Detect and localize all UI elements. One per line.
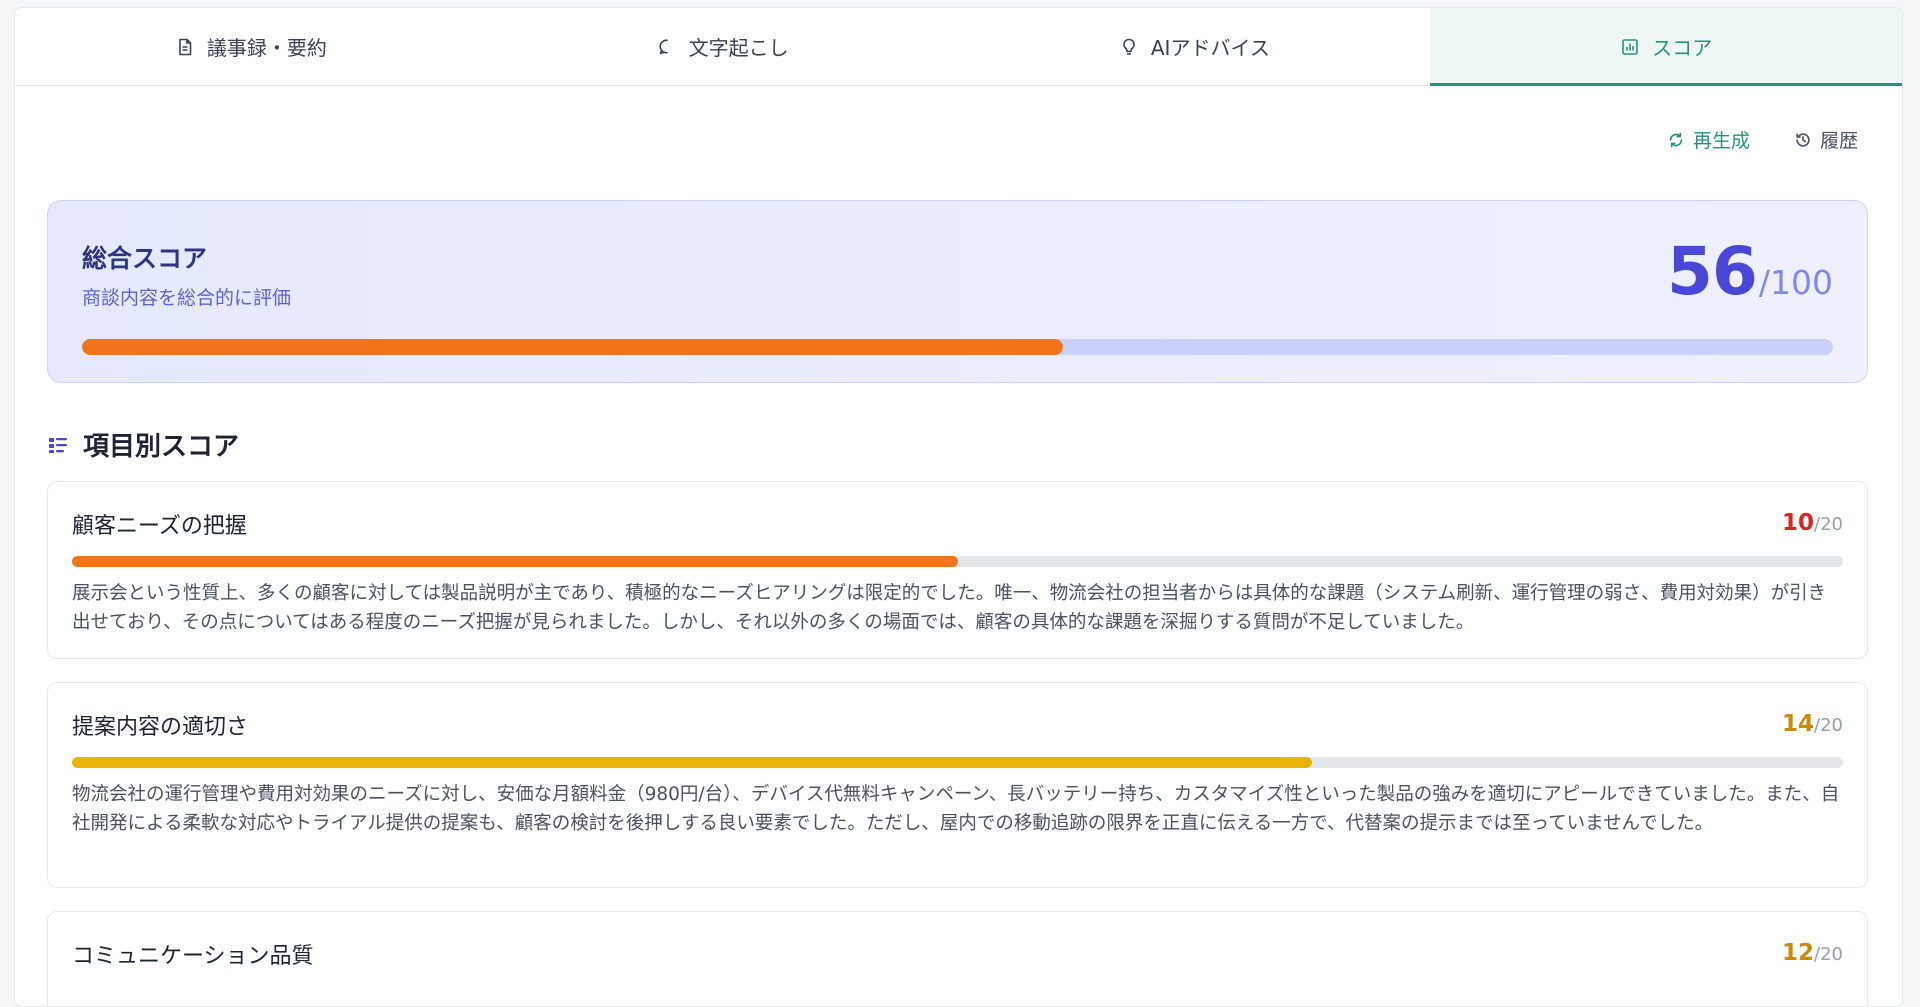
tab-minutes[interactable]: 議事録・要約 bbox=[15, 8, 487, 85]
action-row: 再生成 履歴 bbox=[1667, 126, 1858, 153]
item-score-max: /20 bbox=[1814, 944, 1843, 965]
item-score-value: 10 bbox=[1782, 510, 1815, 536]
item-score-value: 14 bbox=[1782, 711, 1815, 737]
item-score: 14 /20 bbox=[1782, 711, 1843, 737]
tab-label: 議事録・要約 bbox=[206, 36, 327, 60]
lightbulb-icon bbox=[1123, 38, 1135, 55]
list-icon bbox=[49, 437, 67, 453]
overall-progress-fill bbox=[82, 339, 1063, 355]
item-progress-bar bbox=[72, 556, 1843, 567]
tab-ai-advice[interactable]: AIアドバイス bbox=[959, 8, 1431, 85]
tab-label: 文字起こし bbox=[688, 36, 789, 60]
history-icon bbox=[1796, 132, 1810, 147]
item-score: 10 /20 bbox=[1782, 510, 1843, 536]
overall-score-title: 総合スコア bbox=[82, 244, 208, 273]
item-description: 展示会という性質上、多くの顧客に対しては製品説明が主であり、積極的なニーズヒアリ… bbox=[72, 583, 1827, 633]
item-score-max: /20 bbox=[1814, 715, 1843, 736]
score-item-card: 提案内容の適切さ 14 /20 物流会社の運行管理や費用対効果のニーズに対し、安… bbox=[47, 682, 1868, 888]
item-progress-fill bbox=[72, 556, 958, 567]
section-header: 項目別スコア bbox=[47, 426, 239, 463]
score-item-card: 顧客ニーズの把握 10 /20 展示会という性質上、多くの顧客に対しては製品説明… bbox=[47, 481, 1868, 659]
item-name: 提案内容の適切さ bbox=[72, 715, 249, 740]
regenerate-label: 再生成 bbox=[1692, 130, 1750, 152]
item-progress-bar bbox=[72, 757, 1843, 768]
item-score: 12 /20 bbox=[1782, 940, 1843, 966]
regenerate-button[interactable]: 再生成 bbox=[1667, 126, 1750, 153]
item-score-max: /20 bbox=[1814, 514, 1843, 535]
chart-icon bbox=[1622, 38, 1638, 55]
item-name: 顧客ニーズの把握 bbox=[72, 514, 247, 539]
item-name: コミュニケーション品質 bbox=[72, 944, 314, 969]
overall-progress-bar bbox=[82, 339, 1833, 355]
section-title: 項目別スコア bbox=[83, 432, 240, 462]
score-item-card: コミュニケーション品質 12 /20 bbox=[47, 911, 1868, 1006]
overall-score-subtitle: 商談内容を総合的に評価 bbox=[82, 287, 292, 309]
history-label: 履歴 bbox=[1819, 130, 1858, 152]
document-icon bbox=[179, 38, 192, 55]
overall-score-max: /100 bbox=[1758, 263, 1833, 302]
tab-transcript[interactable]: 文字起こし bbox=[487, 8, 959, 85]
overall-score-value: 56 /100 bbox=[1667, 233, 1833, 310]
overall-score-card: 総合スコア 商談内容を総合的に評価 56 /100 bbox=[47, 200, 1868, 383]
score-panel: 議事録・要約 文字起こし AIアドバイス スコア 再生成 履歴 総合スコア 商談… bbox=[14, 7, 1903, 1007]
item-score-value: 12 bbox=[1782, 940, 1815, 966]
tab-bar: 議事録・要約 文字起こし AIアドバイス スコア bbox=[15, 8, 1902, 86]
item-description: 物流会社の運行管理や費用対効果のニーズに対し、安価な月額料金（980円/台）、デ… bbox=[72, 784, 1840, 834]
tab-score[interactable]: スコア bbox=[1430, 8, 1902, 86]
chat-bubble-icon bbox=[659, 38, 668, 54]
tab-label: スコア bbox=[1652, 36, 1713, 60]
refresh-icon bbox=[1669, 132, 1683, 147]
item-progress-fill bbox=[72, 757, 1312, 768]
history-button[interactable]: 履歴 bbox=[1794, 126, 1858, 153]
overall-score-number: 56 bbox=[1667, 233, 1758, 310]
tab-label: AIアドバイス bbox=[1150, 36, 1270, 60]
